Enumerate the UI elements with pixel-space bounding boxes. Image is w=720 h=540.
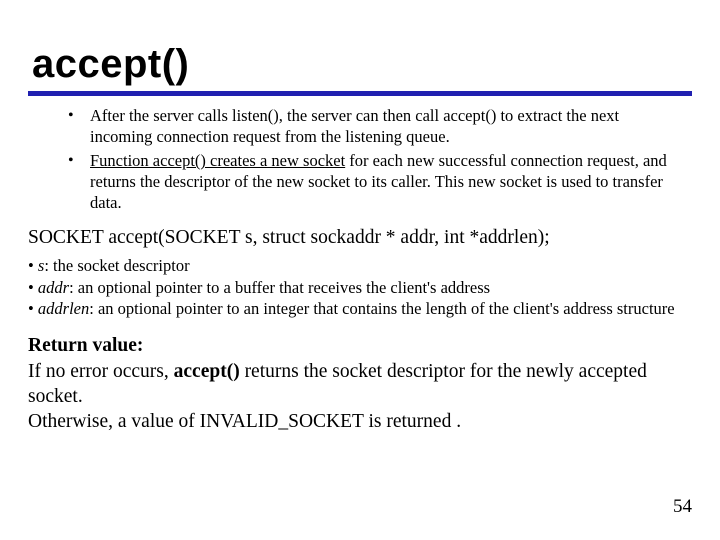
param-addr: • addr: an optional pointer to a buffer … [28, 277, 692, 298]
param-addrlen-name: addrlen [38, 299, 89, 318]
param-addr-desc: : an optional pointer to a buffer that r… [69, 278, 490, 297]
slide-title: accept() [32, 42, 692, 87]
slide: accept() After the server calls listen()… [0, 0, 720, 540]
function-signature: SOCKET accept(SOCKET s, struct sockaddr … [28, 227, 692, 249]
return-success: If no error occurs, accept() returns the… [28, 359, 692, 410]
param-s: • s: the socket descriptor [28, 255, 692, 276]
param-addrlen-desc: : an optional pointer to an integer that… [89, 299, 674, 318]
return-success-a: If no error occurs, [28, 361, 174, 382]
bullet-2-underlined: Function accept() creates a new socket [90, 151, 345, 170]
param-addr-name: addr [38, 278, 69, 297]
page-number: 54 [673, 496, 692, 518]
bullet-2: Function accept() creates a new socket f… [68, 151, 684, 213]
parameter-list: • s: the socket descriptor • addr: an op… [28, 255, 692, 319]
bullet-1: After the server calls listen(), the ser… [68, 106, 684, 147]
return-success-fn: accept() [174, 361, 240, 382]
return-failure: Otherwise, a value of INVALID_SOCKET is … [28, 409, 692, 434]
return-label: Return value: [28, 333, 692, 358]
param-s-desc: : the socket descriptor [44, 256, 189, 275]
title-underline [28, 91, 692, 96]
param-addrlen: • addrlen: an optional pointer to an int… [28, 298, 692, 319]
intro-bullets: After the server calls listen(), the ser… [28, 106, 692, 213]
return-value-block: Return value: If no error occurs, accept… [28, 333, 692, 434]
